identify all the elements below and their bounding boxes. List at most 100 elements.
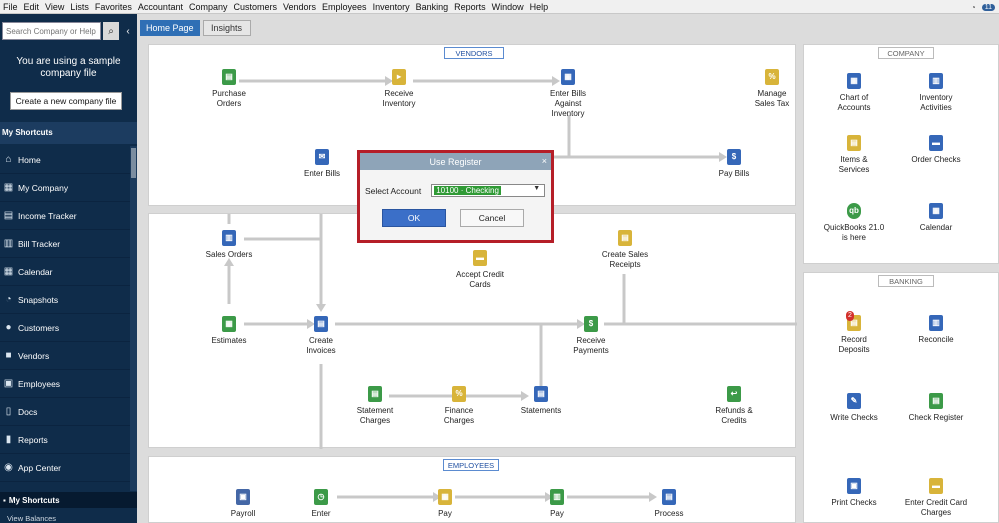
sidebar-item-vendors[interactable]: ■ Vendors [0, 342, 130, 370]
dialog-title-bar: Use Register × [360, 153, 551, 170]
quickbooks-logo-icon: qb [847, 203, 861, 219]
employees-icon: ▣ [3, 378, 14, 389]
accept-credit-cards-node[interactable]: ▬ Accept Credit Cards [451, 250, 509, 290]
order-checks-node[interactable]: ▬ Order Checks [908, 135, 964, 165]
pay-employees-icon: ▥ [550, 489, 564, 505]
reconcile-node[interactable]: ▥ Reconcile [908, 315, 964, 345]
process-payroll-node[interactable]: ▤ Process [645, 489, 693, 519]
sidebar-item-income-tracker[interactable]: ▤ Income Tracker [0, 202, 130, 230]
finance-charges-node[interactable]: % Finance Charges [433, 386, 485, 426]
ok-button[interactable]: OK [382, 209, 446, 227]
refunds-credits-node[interactable]: ↩ Refunds & Credits [707, 386, 761, 426]
calendar-icon: ▦ [3, 266, 14, 277]
tab-insights[interactable]: Insights [202, 20, 251, 36]
enter-bills-against-inventory-node[interactable]: ▦ Enter Bills Against Inventory [539, 69, 597, 119]
statements-node[interactable]: ▤ Statements [515, 386, 567, 416]
menu-help[interactable]: Help [527, 2, 552, 12]
menu-vendors[interactable]: Vendors [280, 2, 319, 12]
process-icon: ▤ [662, 489, 676, 505]
select-account-row: Select Account 10100 · Checking ▼ [365, 184, 546, 197]
pay-liabilities-node[interactable]: ▦ Pay [423, 489, 467, 519]
sidebar-item-calendar[interactable]: ▦ Calendar [0, 258, 130, 286]
sales-orders-node[interactable]: ▥ Sales Orders [205, 230, 253, 260]
home-icon: ⌂ [5, 154, 12, 165]
calendar-node[interactable]: ▦ Calendar [908, 203, 964, 233]
sidebar-scrollbar[interactable] [130, 146, 137, 491]
enter-time-node[interactable]: ◷ Enter [299, 489, 343, 519]
quickbooks-update-node[interactable]: qb QuickBooks 21.0 is here [820, 203, 888, 243]
items-services-node[interactable]: ▤ Items & Services [828, 135, 880, 175]
menu-inventory[interactable]: Inventory [370, 2, 413, 12]
sidebar-item-home[interactable]: ⌂ Home [0, 146, 130, 174]
enter-time-icon: ◷ [314, 489, 328, 505]
order-checks-icon: ▬ [929, 135, 943, 151]
print-checks-node[interactable]: ▣ Print Checks [828, 478, 880, 508]
sidebar-item-reports[interactable]: ▮ Reports [0, 426, 130, 454]
menu-view[interactable]: View [42, 2, 67, 12]
manage-sales-tax-node[interactable]: % Manage Sales Tax [747, 69, 797, 109]
vendors-icon: ■ [5, 350, 12, 361]
menu-right-area: ◔ 11 [971, 0, 999, 14]
menu-window[interactable]: Window [489, 2, 527, 12]
chart-of-accounts-node[interactable]: ▦ Chart of Accounts [828, 73, 880, 113]
create-company-button[interactable]: Create a new company file [10, 92, 122, 110]
sidebar-item-my-company[interactable]: ▦ My Company [0, 174, 130, 202]
sidebar-item-employees[interactable]: ▣ Employees [0, 370, 130, 398]
estimates-node[interactable]: ▦ Estimates [205, 316, 253, 346]
search-input[interactable] [2, 22, 101, 40]
record-deposits-node[interactable]: ▤ 2 Record Deposits [828, 311, 880, 355]
create-sales-receipts-node[interactable]: ▤ Create Sales Receipts [595, 230, 655, 270]
selected-account-value: 10100 · Checking [434, 186, 501, 195]
sales-orders-icon: ▥ [222, 230, 236, 246]
account-select[interactable]: 10100 · Checking ▼ [431, 184, 546, 197]
menu-file[interactable]: File [0, 2, 21, 12]
write-checks-icon: ✎ [847, 393, 861, 409]
sidebar-item-bill-tracker[interactable]: ▥ Bill Tracker [0, 230, 130, 258]
search-icon[interactable]: ⌕ [103, 22, 119, 40]
receive-payments-node[interactable]: $ Receive Payments [563, 316, 619, 356]
receive-inventory-node[interactable]: ▸ Receive Inventory [371, 69, 427, 109]
enter-credit-card-charges-node[interactable]: ▬ Enter Credit Card Charges [904, 478, 968, 518]
menu-customers[interactable]: Customers [230, 2, 280, 12]
check-register-node[interactable]: ▤ Check Register [908, 393, 964, 423]
payroll-icon: ▣ [236, 489, 250, 505]
bottom-tab-my-shortcuts[interactable]: ▪ My Shortcuts [0, 492, 137, 508]
customers-panel: ▥ Sales Orders ▬ Accept Credit Cards ▤ Crea… [148, 213, 797, 449]
menu-edit[interactable]: Edit [21, 2, 43, 12]
sidebar-scroll-thumb[interactable] [131, 148, 136, 178]
menu-favorites[interactable]: Favorites [92, 2, 135, 12]
statements-icon: ▤ [534, 386, 548, 402]
notifications-badge[interactable]: 11 [981, 3, 995, 11]
menu-reports[interactable]: Reports [451, 2, 489, 12]
collapse-sidebar-icon[interactable]: ‹ [121, 22, 135, 40]
sidebar: ⌕ ‹ You are using a sample company file … [0, 14, 137, 523]
menu-banking[interactable]: Banking [413, 2, 452, 12]
payroll-node[interactable]: ▣ Payroll [221, 489, 265, 519]
sidebar-item-app-center[interactable]: ◉ App Center [0, 454, 130, 482]
enter-bills-against-inventory-icon: ▦ [561, 69, 575, 85]
bottom-tab-view-balances[interactable]: View Balances [0, 514, 137, 523]
sidebar-item-docs[interactable]: ▯ Docs [0, 398, 130, 426]
statement-charges-icon: ▤ [368, 386, 382, 402]
inventory-activities-node[interactable]: ▥ Inventory Activities [908, 73, 964, 113]
enter-bills-node[interactable]: ✉ Enter Bills [297, 149, 347, 179]
menu-lists[interactable]: Lists [67, 2, 92, 12]
menu-employees[interactable]: Employees [319, 2, 370, 12]
tab-home-page[interactable]: Home Page [140, 20, 200, 36]
statement-charges-node[interactable]: ▤ Statement Charges [349, 386, 401, 426]
docs-icon: ▯ [5, 406, 12, 417]
create-invoices-node[interactable]: ▤ Create Invoices [297, 316, 345, 356]
sidebar-item-customers[interactable]: ● Customers [0, 314, 130, 342]
clock-icon[interactable]: ◔ [971, 3, 976, 12]
close-icon[interactable]: × [542, 156, 547, 166]
reconcile-icon: ▥ [929, 315, 943, 331]
pay-employees-node[interactable]: ▥ Pay [535, 489, 579, 519]
cancel-button[interactable]: Cancel [460, 209, 524, 227]
sales-receipts-icon: ▤ [618, 230, 632, 246]
pay-bills-node[interactable]: $ Pay Bills [709, 149, 759, 179]
purchase-orders-node[interactable]: ▤ Purchase Orders [201, 69, 257, 109]
menu-company[interactable]: Company [186, 2, 231, 12]
write-checks-node[interactable]: ✎ Write Checks [828, 393, 880, 423]
sidebar-item-snapshots[interactable]: ◔ Snapshots [0, 286, 130, 314]
menu-accountant[interactable]: Accountant [135, 2, 186, 12]
